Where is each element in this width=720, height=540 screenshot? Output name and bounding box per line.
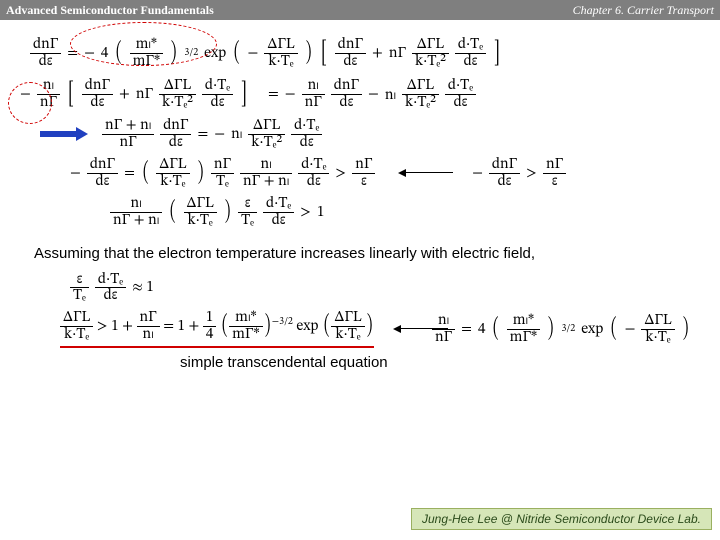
arrow-left-icon [398, 168, 453, 178]
arrow-left-icon [393, 324, 416, 334]
chapter-title: Chapter 6. Carrier Transport [573, 3, 714, 18]
red-underline: ΔΓLk·Tₑ > 1 + nΓnₗ = 1 + 14 (mₗ*mΓ*)−3/2… [60, 310, 374, 348]
equation-4: − dnΓdε = (ΔΓLk·Tₑ) nΓTₑ nₗnΓ + nₗ d·Tₑd… [70, 157, 690, 190]
course-title: Advanced Semiconductor Fundamentals [6, 3, 214, 18]
equation-6: εTₑ d·Tₑdε ≈ 1 [70, 272, 690, 305]
author-credit: Jung-Hee Lee @ Nitride Semiconductor Dev… [411, 508, 712, 530]
highlight-oval-2 [8, 82, 52, 124]
equation-2: − nₗnΓ [ dnΓdε + nΓ ΔΓLk·Tₑ² d·Tₑdε ] = … [20, 77, 690, 112]
slide-content: dnΓdε = −4 (mₗ*mΓ*)3/2 exp (−ΔΓLk·Tₑ) [ … [0, 20, 720, 371]
highlight-oval-1 [70, 22, 217, 66]
equation-5: nₗnΓ + nₗ (ΔΓLk·Tₑ) εTₑ d·Tₑdε > 1 [110, 196, 690, 229]
equation-3: nΓ + nₗnΓ dnΓdε = −nₗ ΔΓLk·Tₑ² d·Tₑdε [40, 118, 690, 151]
slide-header: Advanced Semiconductor Fundamentals Chap… [0, 0, 720, 20]
caption-text: simple transcendental equation [180, 354, 690, 371]
implies-arrow-icon [40, 127, 88, 141]
equation-7: ΔΓLk·Tₑ > 1 + nΓnₗ = 1 + 14 (mₗ*mΓ*)−3/2… [60, 310, 690, 348]
assumption-text: Assuming that the electron temperature i… [34, 245, 690, 262]
slide-footer: Jung-Hee Lee @ Nitride Semiconductor Dev… [8, 508, 712, 530]
